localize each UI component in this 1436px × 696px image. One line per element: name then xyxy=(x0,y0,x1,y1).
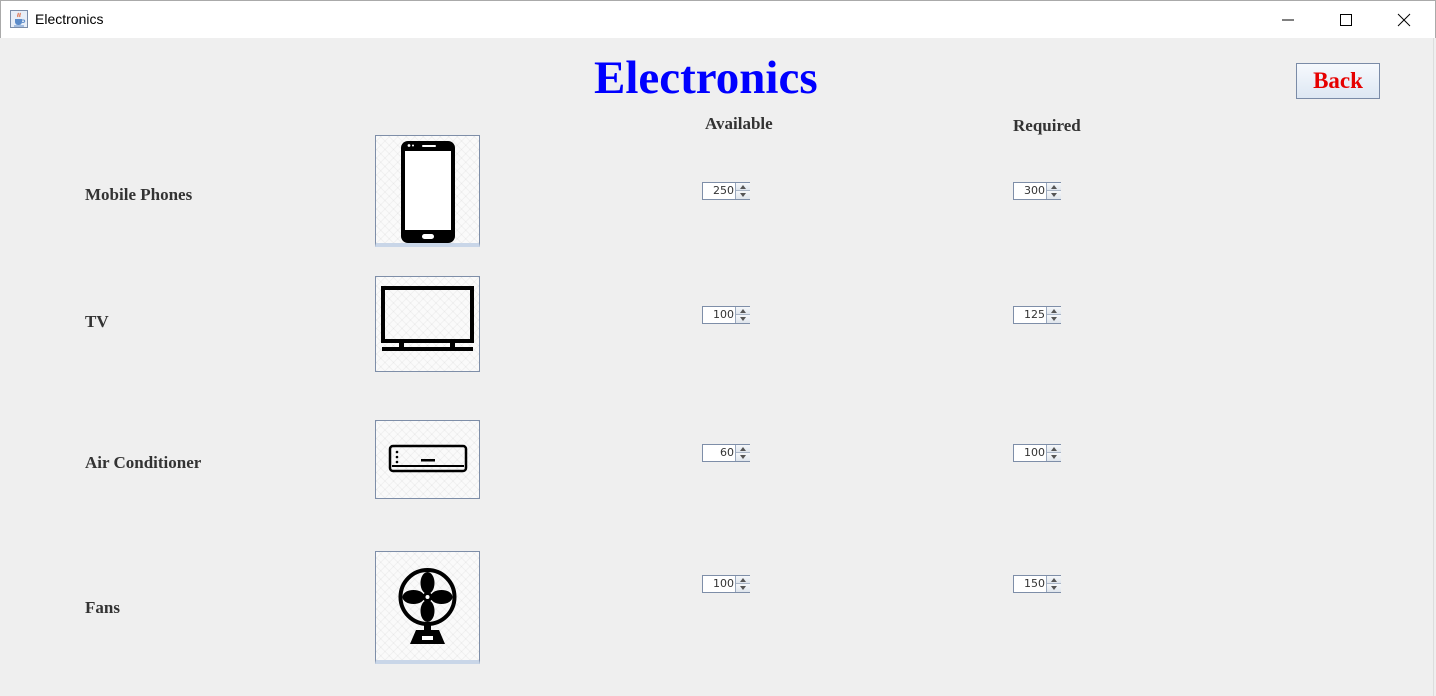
maximize-icon xyxy=(1340,14,1352,26)
spinner-down-button[interactable] xyxy=(1047,315,1061,323)
item-label-air-conditioner: Air Conditioner xyxy=(85,453,202,472)
arrow-down-icon xyxy=(740,193,746,197)
spinner-value[interactable]: 300 xyxy=(1014,183,1046,199)
air-conditioner-image[interactable] xyxy=(375,420,480,499)
arrow-down-icon xyxy=(740,455,746,459)
arrow-down-icon xyxy=(1051,193,1057,197)
available-column-header: Available xyxy=(705,114,773,133)
air-conditioner-required-spinner[interactable]: 100 xyxy=(1013,444,1061,462)
arrow-up-icon xyxy=(740,447,746,451)
spinner-arrows xyxy=(735,576,750,592)
close-button[interactable] xyxy=(1375,1,1433,38)
spinner-up-button[interactable] xyxy=(736,576,750,584)
java-cup-icon xyxy=(10,10,28,28)
spinner-arrows xyxy=(1046,576,1061,592)
window-titlebar[interactable]: Electronics xyxy=(0,0,1436,38)
arrow-up-icon xyxy=(740,185,746,189)
spinner-value[interactable]: 100 xyxy=(1014,445,1046,461)
spinner-down-button[interactable] xyxy=(1047,453,1061,461)
spinner-value[interactable]: 60 xyxy=(703,445,735,461)
minimize-button[interactable] xyxy=(1259,1,1317,38)
spinner-value[interactable]: 250 xyxy=(703,183,735,199)
mobile-phones-image[interactable] xyxy=(375,135,480,247)
spinner-up-button[interactable] xyxy=(1047,183,1061,191)
air-conditioner-available-spinner[interactable]: 60 xyxy=(702,444,750,462)
item-label-fans: Fans xyxy=(85,598,120,617)
mobile-phones-available-spinner[interactable]: 250 xyxy=(702,182,750,200)
spinner-value[interactable]: 125 xyxy=(1014,307,1046,323)
minimize-icon xyxy=(1282,19,1294,21)
mobile-phone-icon xyxy=(401,141,455,243)
back-button[interactable]: Back xyxy=(1296,63,1380,99)
fan-icon xyxy=(398,568,457,644)
fans-available-spinner[interactable]: 100 xyxy=(702,575,750,593)
spinner-up-button[interactable] xyxy=(1047,307,1061,315)
arrow-down-icon xyxy=(1051,586,1057,590)
fans-required-spinner[interactable]: 150 xyxy=(1013,575,1061,593)
fans-image[interactable] xyxy=(375,551,480,664)
spinner-up-button[interactable] xyxy=(736,307,750,315)
tv-icon xyxy=(381,286,474,351)
arrow-up-icon xyxy=(740,309,746,313)
arrow-down-icon xyxy=(740,586,746,590)
spinner-up-button[interactable] xyxy=(736,183,750,191)
arrow-down-icon xyxy=(1051,455,1057,459)
item-label-tv: TV xyxy=(85,312,109,331)
spinner-arrows xyxy=(1046,183,1061,199)
tv-image[interactable] xyxy=(375,276,480,372)
spinner-arrows xyxy=(1046,307,1061,323)
mobile-phones-required-spinner[interactable]: 300 xyxy=(1013,182,1061,200)
tv-required-spinner[interactable]: 125 xyxy=(1013,306,1061,324)
spinner-down-button[interactable] xyxy=(736,315,750,323)
spinner-down-button[interactable] xyxy=(1047,584,1061,592)
arrow-up-icon xyxy=(1051,309,1057,313)
spinner-down-button[interactable] xyxy=(736,191,750,199)
close-icon xyxy=(1397,13,1411,27)
spinner-down-button[interactable] xyxy=(1047,191,1061,199)
arrow-up-icon xyxy=(740,578,746,582)
content-panel xyxy=(1,38,1434,696)
maximize-button[interactable] xyxy=(1317,1,1375,38)
spinner-up-button[interactable] xyxy=(1047,445,1061,453)
spinner-value[interactable]: 100 xyxy=(703,576,735,592)
arrow-down-icon xyxy=(1051,317,1057,321)
spinner-arrows xyxy=(1046,445,1061,461)
spinner-down-button[interactable] xyxy=(736,584,750,592)
arrow-up-icon xyxy=(1051,578,1057,582)
spinner-arrows xyxy=(735,445,750,461)
spinner-value[interactable]: 150 xyxy=(1014,576,1046,592)
spinner-value[interactable]: 100 xyxy=(703,307,735,323)
spinner-up-button[interactable] xyxy=(736,445,750,453)
spinner-arrows xyxy=(735,307,750,323)
page-title: Electronics xyxy=(594,52,818,104)
item-label-mobile-phones: Mobile Phones xyxy=(85,185,193,204)
tv-available-spinner[interactable]: 100 xyxy=(702,306,750,324)
air-conditioner-icon xyxy=(388,444,468,473)
arrow-down-icon xyxy=(740,317,746,321)
window-title: Electronics xyxy=(35,11,104,27)
spinner-up-button[interactable] xyxy=(1047,576,1061,584)
spinner-down-button[interactable] xyxy=(736,453,750,461)
spinner-arrows xyxy=(735,183,750,199)
arrow-up-icon xyxy=(1051,185,1057,189)
arrow-up-icon xyxy=(1051,447,1057,451)
required-column-header: Required xyxy=(1013,116,1081,135)
